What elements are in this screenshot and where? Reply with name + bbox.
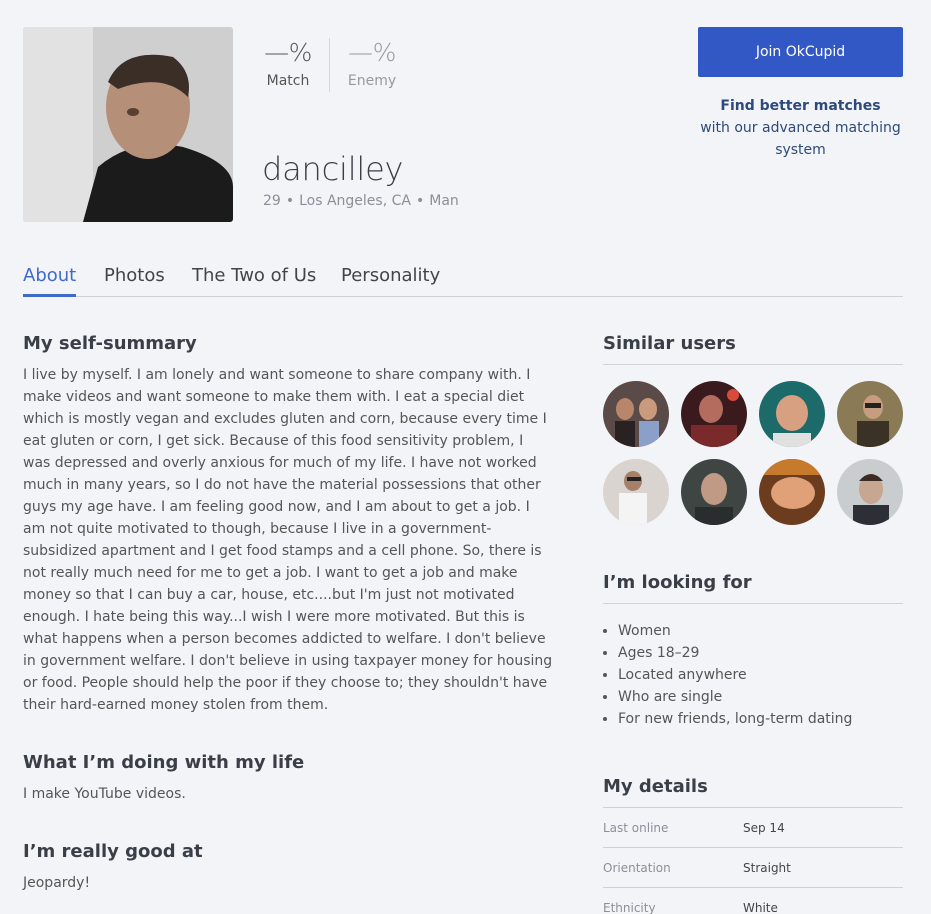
essays-column: My self-summary I live by myself. I am l… xyxy=(23,333,553,894)
similar-user-avatar[interactable] xyxy=(681,459,747,525)
list-item: Women xyxy=(618,620,903,642)
user-basics: 29 • Los Angeles, CA • Man xyxy=(263,193,459,209)
essay-body: I make YouTube videos. xyxy=(23,786,186,802)
detail-row-orientation: Orientation Straight xyxy=(603,848,903,888)
username: dancilley xyxy=(262,150,404,188)
tab-the-two-of-us[interactable]: The Two of Us xyxy=(192,265,316,296)
enemy-value: —% xyxy=(348,38,396,67)
detail-row-last-online: Last online Sep 14 xyxy=(603,808,903,848)
promo-subtitle: with our advanced matching system xyxy=(700,120,901,158)
detail-key: Last online xyxy=(603,820,669,835)
match-value: —% xyxy=(264,38,312,67)
enemy-label: Enemy xyxy=(347,73,397,89)
essay-title: What I’m doing with my life xyxy=(23,752,305,773)
tab-photos[interactable]: Photos xyxy=(104,265,165,296)
essay-really-good-at: I’m really good at Jeopardy! xyxy=(23,841,553,894)
similar-user-avatar[interactable] xyxy=(681,381,747,447)
list-item: For new friends, long-term dating xyxy=(618,708,903,730)
essay-self-summary: My self-summary I live by myself. I am l… xyxy=(23,333,553,716)
similar-user-avatar[interactable] xyxy=(837,381,903,447)
detail-key: Orientation xyxy=(603,860,671,875)
looking-for-title: I’m looking for xyxy=(603,572,903,604)
essay-title: I’m really good at xyxy=(23,841,203,862)
tab-about[interactable]: About xyxy=(23,265,77,297)
similar-user-avatar[interactable] xyxy=(759,381,825,447)
profile-photo-image xyxy=(23,27,233,222)
essay-title: My self-summary xyxy=(23,333,197,354)
looking-for-list: Women Ages 18–29 Located anywhere Who ar… xyxy=(603,620,903,730)
separator-dot: • xyxy=(285,193,295,209)
list-item: Who are single xyxy=(618,686,903,708)
list-item: Ages 18–29 xyxy=(618,642,903,664)
similar-users: Similar users xyxy=(603,333,903,525)
promo-title: Find better matches xyxy=(720,98,881,114)
detail-key: Ethnicity xyxy=(603,900,656,914)
tab-personality[interactable]: Personality xyxy=(341,265,440,296)
profile-tabs: About Photos The Two of Us Personality xyxy=(23,265,903,297)
match-percentage: —% Match xyxy=(263,38,313,89)
looking-for: I’m looking for Women Ages 18–29 Located… xyxy=(603,572,903,730)
user-gender: Man xyxy=(429,193,459,209)
promo-text: Find better matches with our advanced ma… xyxy=(698,95,903,161)
user-age: 29 xyxy=(263,193,281,209)
list-item: Located anywhere xyxy=(618,664,903,686)
essay-body: I live by myself. I am lonely and want s… xyxy=(23,367,553,713)
similar-user-avatar[interactable] xyxy=(759,459,825,525)
percentage-divider xyxy=(329,38,330,92)
detail-value: Sep 14 xyxy=(743,820,785,835)
user-location: Los Angeles, CA xyxy=(299,193,411,209)
separator-dot: • xyxy=(415,193,425,209)
similar-users-grid xyxy=(603,381,903,525)
detail-row-ethnicity: Ethnicity White xyxy=(603,888,903,914)
similar-user-avatar[interactable] xyxy=(603,381,669,447)
essay-doing-with-life: What I’m doing with my life I make YouTu… xyxy=(23,752,553,805)
enemy-percentage: —% Enemy xyxy=(346,38,398,89)
similar-user-avatar[interactable] xyxy=(837,459,903,525)
essay-body: Jeopardy! xyxy=(23,875,91,891)
match-label: Match xyxy=(266,73,310,89)
detail-value: Straight xyxy=(743,860,791,875)
detail-value: White xyxy=(743,900,778,914)
my-details: My details Last online Sep 14 Orientatio… xyxy=(603,776,903,914)
similar-users-title: Similar users xyxy=(603,333,903,365)
similar-user-avatar[interactable] xyxy=(603,459,669,525)
join-okcupid-button[interactable]: Join OkCupid xyxy=(698,27,903,77)
my-details-title: My details xyxy=(603,776,903,808)
profile-photo[interactable] xyxy=(23,27,233,222)
